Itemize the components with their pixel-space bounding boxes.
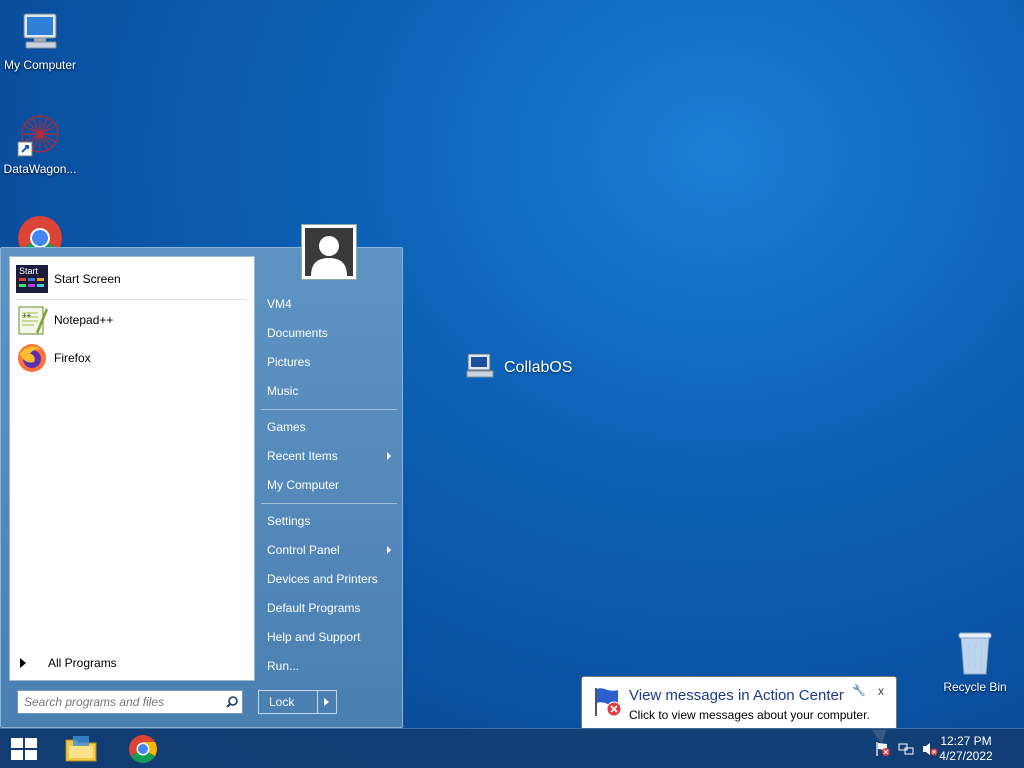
submenu-arrow-icon (387, 452, 391, 460)
divider (261, 503, 397, 504)
action-center-flag-icon (590, 684, 624, 721)
item-label: Run... (267, 659, 300, 673)
program-label: Firefox (54, 351, 91, 365)
start-button[interactable] (2, 731, 46, 767)
programs-pane: Start Start Screen ++ Notepad++ Firefox … (9, 256, 255, 681)
start-item-documents[interactable]: Documents (259, 320, 397, 346)
desktop-icon-datawagon[interactable]: DataWagon... (0, 112, 80, 176)
start-item-vm4[interactable]: VM4 (259, 291, 397, 317)
item-label: Default Programs (267, 601, 361, 615)
item-label: Recent Items (267, 449, 338, 463)
start-item-help-support[interactable]: Help and Support (259, 624, 397, 650)
start-screen-icon: Start (16, 263, 48, 295)
submenu-arrow-icon (387, 546, 391, 554)
computer-icon (16, 8, 64, 56)
all-programs-label: All Programs (48, 656, 117, 670)
start-item-run[interactable]: Run... (259, 653, 397, 679)
start-item-devices-printers[interactable]: Devices and Printers (259, 566, 397, 592)
svg-text:++: ++ (22, 311, 32, 320)
program-label: Start Screen (54, 272, 121, 286)
item-label: Pictures (267, 355, 311, 369)
system-clock[interactable]: 12:27 PM 4/27/2022 (926, 734, 1006, 764)
desktop-icon-label: Recycle Bin (943, 680, 1007, 694)
desktop-icon-my-computer[interactable]: My Computer (0, 8, 80, 72)
notepad-plus-plus-icon: ++ (16, 304, 48, 336)
clock-time: 12:27 PM (940, 734, 992, 748)
divider (261, 409, 397, 410)
firefox-icon (16, 342, 48, 374)
desktop-icon-recycle-bin[interactable]: Recycle Bin (935, 630, 1015, 694)
start-item-music[interactable]: Music (259, 378, 397, 404)
program-start-screen[interactable]: Start Start Screen (14, 261, 250, 297)
clock-date: 4/27/2022 (939, 749, 993, 763)
item-label: Control Panel (267, 543, 340, 557)
chrome-icon (129, 735, 157, 763)
desktop-icon-collabos[interactable]: CollabOS (466, 351, 572, 384)
start-item-pictures[interactable]: Pictures (259, 349, 397, 375)
item-label: My Computer (267, 478, 340, 492)
balloon-title: View messages in Action Center (629, 687, 844, 704)
all-programs-button[interactable]: All Programs (10, 651, 254, 675)
lock-label: Lock (259, 691, 318, 713)
balloon-close-button[interactable]: x (878, 684, 884, 698)
network-icon[interactable] (898, 741, 914, 757)
taskbar: 12:27 PM 4/27/2022 (0, 728, 1024, 768)
desktop-icon-label: DataWagon... (3, 162, 77, 176)
wrench-icon[interactable]: 🔧 (852, 684, 866, 697)
item-label: Games (267, 420, 306, 434)
file-explorer-icon (65, 736, 97, 762)
chevron-right-icon (20, 658, 26, 668)
user-picture[interactable] (301, 224, 357, 280)
start-item-settings[interactable]: Settings (259, 508, 397, 534)
start-menu: Start Start Screen ++ Notepad++ Firefox … (0, 224, 403, 728)
svg-text:Start: Start (19, 266, 39, 276)
search-input[interactable] (18, 692, 222, 712)
item-label: Settings (267, 514, 311, 528)
lock-button[interactable]: Lock (258, 690, 337, 714)
start-item-games[interactable]: Games (259, 414, 397, 440)
collabos-icon (466, 351, 494, 384)
action-center-balloon[interactable]: View messages in Action Center Click to … (581, 676, 897, 744)
action-center-tray-icon[interactable] (875, 741, 891, 757)
desktop-icon-label: My Computer (3, 58, 77, 72)
start-item-my-computer[interactable]: My Computer (259, 472, 397, 498)
item-label: Devices and Printers (267, 572, 378, 586)
lock-options-arrow-icon[interactable] (318, 691, 336, 713)
program-label: Notepad++ (54, 313, 114, 327)
desktop-icon-label: CollabOS (504, 358, 573, 376)
windows-logo-icon (11, 738, 37, 760)
start-item-control-panel[interactable]: Control Panel (259, 537, 397, 563)
program-firefox[interactable]: Firefox (14, 340, 250, 376)
search-box[interactable] (17, 690, 243, 714)
item-label: Documents (267, 326, 328, 340)
datawagon-icon (16, 112, 64, 160)
recycle-bin-icon (951, 630, 999, 678)
user-avatar-icon (305, 228, 353, 276)
taskbar-file-explorer[interactable] (59, 731, 103, 767)
taskbar-chrome[interactable] (121, 731, 165, 767)
item-label: VM4 (267, 297, 292, 311)
balloon-message: Click to view messages about your comput… (629, 708, 870, 722)
start-item-default-programs[interactable]: Default Programs (259, 595, 397, 621)
item-label: Help and Support (267, 630, 361, 644)
divider (16, 299, 246, 300)
search-icon[interactable] (222, 692, 242, 712)
program-notepad-plus-plus[interactable]: ++ Notepad++ (14, 302, 250, 338)
item-label: Music (267, 384, 299, 398)
start-item-recent-items[interactable]: Recent Items (259, 443, 397, 469)
